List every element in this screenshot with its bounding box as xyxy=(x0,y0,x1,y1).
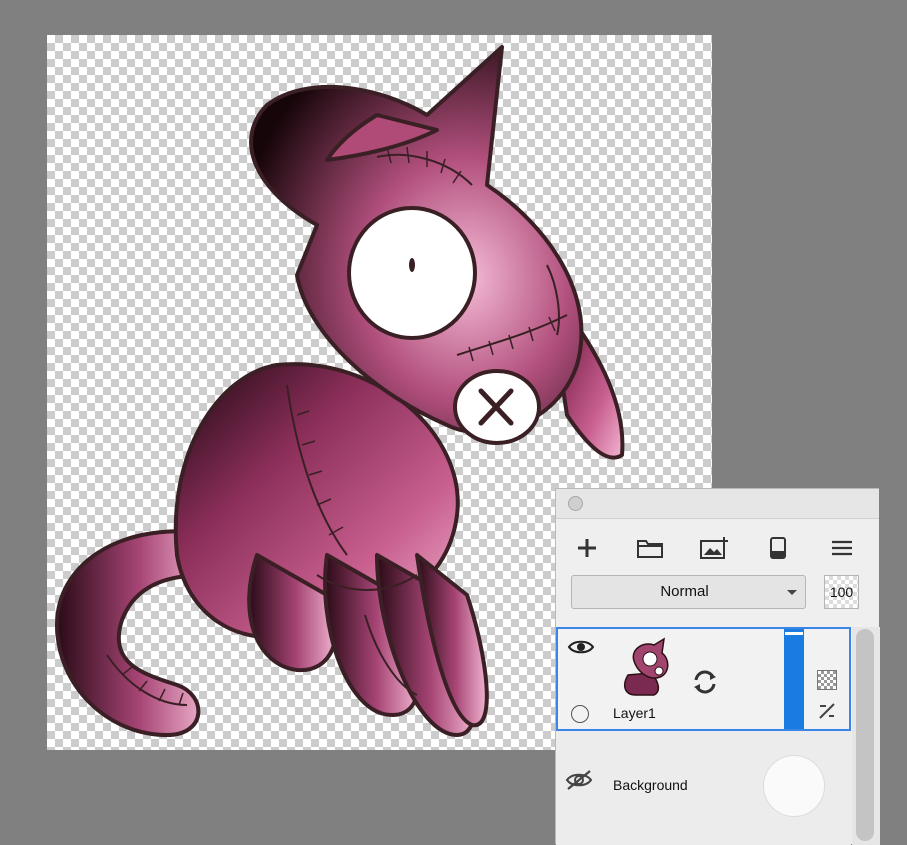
layer-thumbnail xyxy=(623,637,669,696)
eye-icon[interactable] xyxy=(567,638,595,656)
layers-panel: Normal 100 Layer1 Background xyxy=(555,488,880,845)
eye-hidden-icon[interactable] xyxy=(564,769,594,791)
layer-name: Background xyxy=(613,777,688,793)
layer-thumbnail xyxy=(763,755,825,817)
transparency-lock-icon[interactable] xyxy=(817,670,837,690)
layer-row[interactable]: Background xyxy=(556,731,851,845)
plus-icon xyxy=(578,539,596,557)
image-add-icon xyxy=(700,537,728,559)
layer-list: Layer1 Background xyxy=(556,627,856,845)
menu-icon xyxy=(832,540,852,556)
new-group-button[interactable] xyxy=(633,533,667,563)
clipping-mask-icon[interactable] xyxy=(817,701,837,721)
chevron-down-icon xyxy=(787,590,797,595)
add-layer-button[interactable] xyxy=(570,533,604,563)
blend-mode-value: Normal xyxy=(660,583,709,600)
layer-row[interactable]: Layer1 xyxy=(556,627,851,731)
layer-select-radio[interactable] xyxy=(571,705,589,723)
add-image-button[interactable] xyxy=(697,533,731,563)
panel-titlebar xyxy=(556,489,879,519)
panel-menu-button[interactable] xyxy=(825,533,859,563)
layer-selection-bar[interactable] xyxy=(784,629,804,729)
blend-mode-select[interactable]: Normal xyxy=(571,575,806,609)
panel-close-button[interactable] xyxy=(568,496,583,511)
folder-icon xyxy=(637,540,663,558)
eraser-button[interactable] xyxy=(761,533,795,563)
scrollbar-thumb[interactable] xyxy=(856,629,874,841)
eraser-icon xyxy=(770,537,786,559)
layer-name: Layer1 xyxy=(613,705,656,721)
sync-icon[interactable] xyxy=(691,668,719,696)
opacity-input[interactable]: 100 xyxy=(824,575,859,609)
opacity-value: 100 xyxy=(829,584,854,600)
layer-list-scrollbar[interactable] xyxy=(852,627,880,845)
